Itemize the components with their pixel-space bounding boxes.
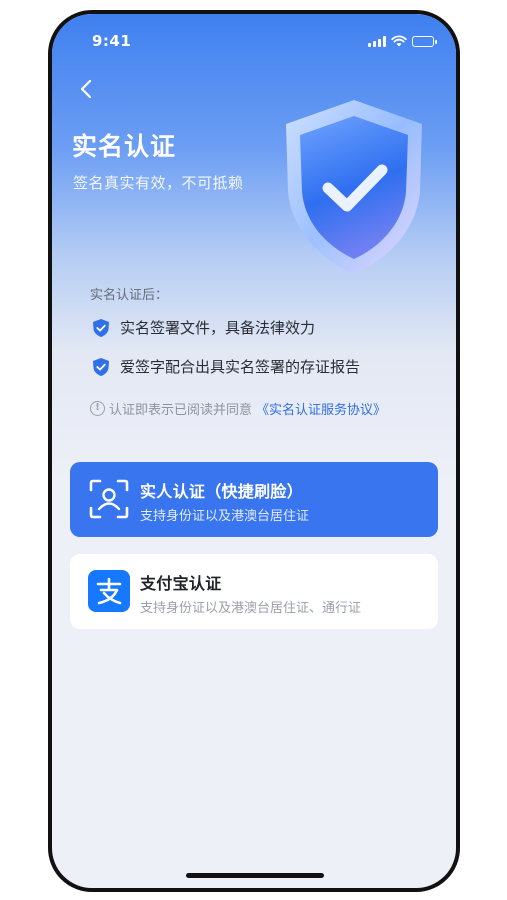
option-title: 实人认证（快捷刷脸） xyxy=(140,482,304,501)
status-time: 9:41 xyxy=(92,32,132,50)
option-description: 支持身份证以及港澳台居住证 xyxy=(140,509,310,524)
status-bar: 9:41 xyxy=(52,30,456,54)
option-title: 支付宝认证 xyxy=(140,574,222,593)
agreement-notice: ! 认证即表示已阅读并同意 《实名认证服务协议》 xyxy=(90,399,386,418)
info-icon: ! xyxy=(90,401,105,416)
face-scan-icon xyxy=(89,479,129,519)
status-icons xyxy=(368,35,437,47)
benefit-label: 实名签署文件，具备法律效力 xyxy=(120,319,316,337)
battery-icon xyxy=(412,35,437,47)
service-agreement-link[interactable]: 《实名认证服务协议》 xyxy=(256,399,386,418)
alipay-glyph xyxy=(96,577,122,605)
home-indicator xyxy=(186,873,324,878)
chevron-left-icon xyxy=(80,79,92,99)
alipay-verification-option[interactable]: 支付宝认证 支持身份证以及港澳台居住证、通行证 xyxy=(70,554,438,629)
alipay-icon xyxy=(88,570,130,612)
wifi-icon xyxy=(391,35,407,47)
page-subtitle: 签名真实有效，不可抵赖 xyxy=(73,174,244,192)
benefit-label: 爱签字配合出具实名签署的存证报告 xyxy=(120,358,361,376)
shield-check-icon xyxy=(93,357,109,376)
shield-check-illustration xyxy=(286,100,422,274)
cellular-signal-icon xyxy=(368,35,386,47)
face-verification-option[interactable]: 实人认证（快捷刷脸） 支持身份证以及港澳台居住证 xyxy=(70,462,438,537)
shield-check-icon xyxy=(93,318,109,337)
benefit-item: 实名签署文件，具备法律效力 xyxy=(92,317,315,338)
agreement-text: 认证即表示已阅读并同意 xyxy=(109,403,253,418)
option-description: 支持身份证以及港澳台居住证、通行证 xyxy=(140,601,362,616)
back-button[interactable] xyxy=(76,77,98,101)
benefit-item: 爱签字配合出具实名签署的存证报告 xyxy=(92,356,360,377)
phone-frame: 9:41 实名认证 签名真实有效，不可抵赖 实名认证后： 实名签署文件，具备法律… xyxy=(48,10,460,892)
page-title: 实名认证 xyxy=(72,132,177,161)
benefits-heading: 实名认证后： xyxy=(90,288,169,303)
